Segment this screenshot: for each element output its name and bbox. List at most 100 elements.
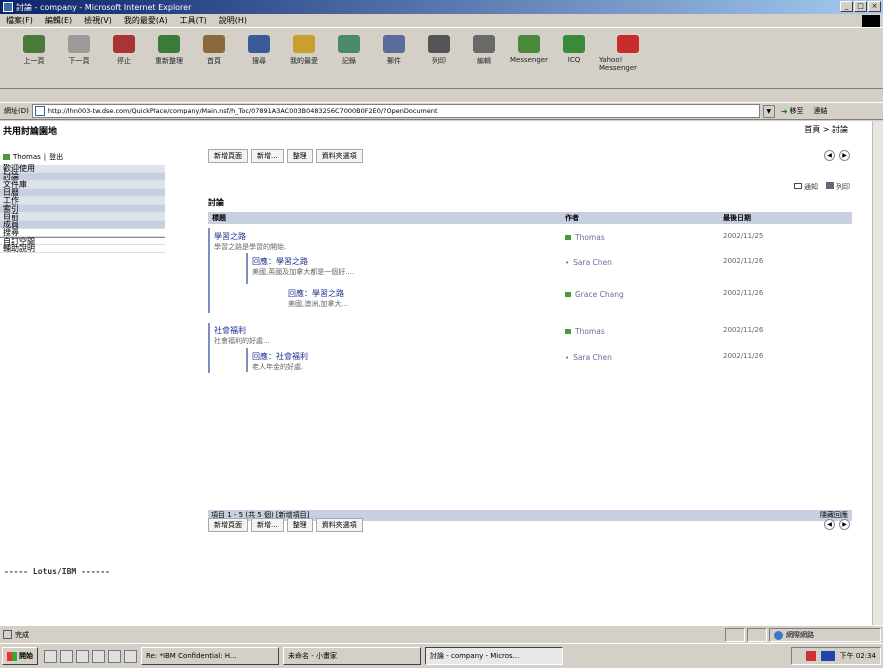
- task-mail[interactable]: Re: *IBM Confidential: H...: [141, 647, 279, 665]
- header-topic[interactable]: 標題: [208, 212, 565, 224]
- toolbar-button-yahoo-messenger[interactable]: Yahoo! Messenger: [599, 35, 657, 72]
- sidebar-item[interactable]: 輔助說明: [0, 245, 165, 253]
- header-date[interactable]: 最後日期: [723, 212, 852, 224]
- topic-link[interactable]: 社會福利: [214, 325, 246, 336]
- toolbar-button-history[interactable]: 記錄: [329, 35, 369, 66]
- prev-page-icon[interactable]: ◀: [824, 519, 835, 530]
- toolbar-button-messenger[interactable]: Messenger: [509, 35, 549, 64]
- toolbar-button-favorites[interactable]: 我的最愛: [284, 35, 324, 66]
- clock: 下午 02:34: [839, 652, 876, 660]
- toolbar-button-edit[interactable]: 編輯: [464, 35, 504, 66]
- search-icon: [248, 35, 270, 53]
- address-dropdown-button[interactable]: ▼: [762, 104, 775, 118]
- user-name[interactable]: Thomas: [13, 153, 41, 161]
- task-ie[interactable]: 討論 - company - Micros...: [425, 647, 563, 665]
- maximize-button[interactable]: □: [854, 1, 867, 12]
- notify-link[interactable]: 通知: [794, 182, 818, 192]
- toolbar-button-stop[interactable]: 停止: [104, 35, 144, 66]
- topic-excerpt: 老人年金的好處.: [252, 363, 304, 371]
- author-link[interactable]: Thomas: [565, 233, 605, 242]
- go-arrow-icon[interactable]: ➜: [781, 107, 788, 116]
- go-button[interactable]: 移至: [790, 106, 804, 116]
- sidebar-item[interactable]: 工作: [0, 197, 165, 205]
- sidebar-item[interactable]: 文件庫: [0, 181, 165, 189]
- author-link[interactable]: Grace Chang: [565, 290, 624, 299]
- breadcrumb[interactable]: 首頁 > 討論: [804, 124, 848, 135]
- new-item-button[interactable]: 新增...: [251, 518, 284, 532]
- sidebar-item[interactable]: 索引: [0, 205, 165, 213]
- toolbar-button-home[interactable]: 首頁: [194, 35, 234, 66]
- section-title: 討論: [208, 198, 224, 207]
- organize-button[interactable]: 整理: [286, 518, 313, 532]
- author-link[interactable]: Thomas: [565, 327, 605, 336]
- toolbar-button-refresh[interactable]: 重新整理: [149, 35, 189, 66]
- sidebar-item[interactable]: 搜尋: [0, 229, 165, 237]
- toolbar-button-print[interactable]: 列印: [419, 35, 459, 66]
- stop-icon: [113, 35, 135, 53]
- sidebar-item[interactable]: 成員: [0, 221, 165, 229]
- topic-link[interactable]: 學習之路: [214, 231, 246, 242]
- explorer-icon[interactable]: [108, 649, 121, 663]
- zone-label: 網際網路: [786, 631, 814, 639]
- close-button[interactable]: ×: [868, 1, 881, 12]
- sidebar-item[interactable]: 日曆: [0, 189, 165, 197]
- menu-favorites[interactable]: 我的最愛(A): [124, 15, 168, 26]
- print-link[interactable]: 列印: [826, 182, 850, 192]
- minimize-button[interactable]: _: [840, 1, 853, 12]
- organize-button[interactable]: 整理: [286, 149, 313, 163]
- new-item-button[interactable]: 新增...: [251, 149, 284, 163]
- new-page-button[interactable]: 新增頁面: [208, 518, 248, 532]
- toolbar: 上一頁 下一頁 停止 重新整理 首頁 搜尋 我的最愛 記錄 郵件 列印 編輯 Messenger ICQ…: [0, 29, 883, 89]
- topic-excerpt: 美國,英國及加拿大都是一個好....: [252, 268, 355, 276]
- menu-bar: 檔案(F) 編輯(E) 檢視(V) 我的最愛(A) 工具(T) 說明(H): [0, 14, 883, 28]
- prev-page-icon[interactable]: ◀: [824, 150, 835, 161]
- toolbar-button-mail[interactable]: 郵件: [374, 35, 414, 66]
- page-content: 共用討論園地 首頁 > 討論 Thomas | 登出 歡迎使用 討論 文件庫 日曆 工作…: [0, 121, 872, 625]
- address-input[interactable]: http://lhn003-tw.dse.com/QuickPlace/comp…: [31, 104, 760, 118]
- channel-icon[interactable]: [124, 649, 137, 663]
- sidebar-item[interactable]: 歡迎使用: [0, 165, 165, 173]
- menu-file[interactable]: 檔案(F): [6, 15, 33, 26]
- toolbar-button-back-arrow[interactable]: 上一頁: [14, 35, 54, 66]
- topic-link[interactable]: 回應：社會福利: [252, 351, 308, 362]
- network-icon[interactable]: [820, 651, 835, 661]
- start-button[interactable]: 開始: [2, 647, 38, 665]
- vertical-scrollbar[interactable]: [872, 121, 883, 625]
- toolbar-button-search[interactable]: 搜尋: [239, 35, 279, 66]
- menu-help[interactable]: 說明(H): [219, 15, 247, 26]
- menu-view[interactable]: 檢視(V): [84, 15, 112, 26]
- folder-options-button[interactable]: 資料夾選項: [315, 518, 363, 532]
- sidebar-item[interactable]: 目前: [0, 213, 165, 221]
- next-page-icon[interactable]: ▶: [839, 519, 850, 530]
- logout-link[interactable]: 登出: [49, 152, 63, 162]
- links-button[interactable]: 連結: [814, 106, 828, 116]
- mail-icon: [794, 183, 802, 189]
- media-icon[interactable]: [92, 649, 105, 663]
- task-paint[interactable]: 未命名 - 小畫家: [283, 647, 421, 665]
- outlook-icon[interactable]: [76, 649, 89, 663]
- forward-arrow-icon: [68, 35, 90, 53]
- toolbar-button-forward-arrow[interactable]: 下一頁: [59, 35, 99, 66]
- header-author[interactable]: 作者: [565, 212, 723, 224]
- next-page-icon[interactable]: ▶: [839, 150, 850, 161]
- author-link[interactable]: • Sara Chen: [565, 353, 612, 362]
- menu-tools[interactable]: 工具(T): [180, 15, 207, 26]
- new-page-button[interactable]: 新增頁面: [208, 149, 248, 163]
- history-icon: [338, 35, 360, 53]
- topic-excerpt: 社會福利的好處...: [214, 337, 270, 345]
- messenger-icon: [518, 35, 540, 53]
- address-url: http://lhn003-tw.dse.com/QuickPlace/comp…: [47, 107, 438, 115]
- tray-icon[interactable]: [805, 651, 816, 661]
- menu-edit[interactable]: 編輯(E): [45, 15, 72, 26]
- topic-link[interactable]: 回應：學習之路: [252, 256, 308, 267]
- topic-link[interactable]: 回應：學習之路: [288, 288, 344, 299]
- author-link[interactable]: • Sara Chen: [565, 258, 612, 267]
- thread-line: [246, 348, 248, 372]
- desktop-icon[interactable]: [44, 649, 57, 663]
- toolbar-button-icq[interactable]: ICQ: [554, 35, 594, 64]
- back-arrow-icon: [23, 35, 45, 53]
- favorites-icon: [293, 35, 315, 53]
- author-name: Grace Chang: [575, 290, 624, 299]
- ie-launch-icon[interactable]: [60, 649, 73, 663]
- folder-options-button[interactable]: 資料夾選項: [315, 149, 363, 163]
